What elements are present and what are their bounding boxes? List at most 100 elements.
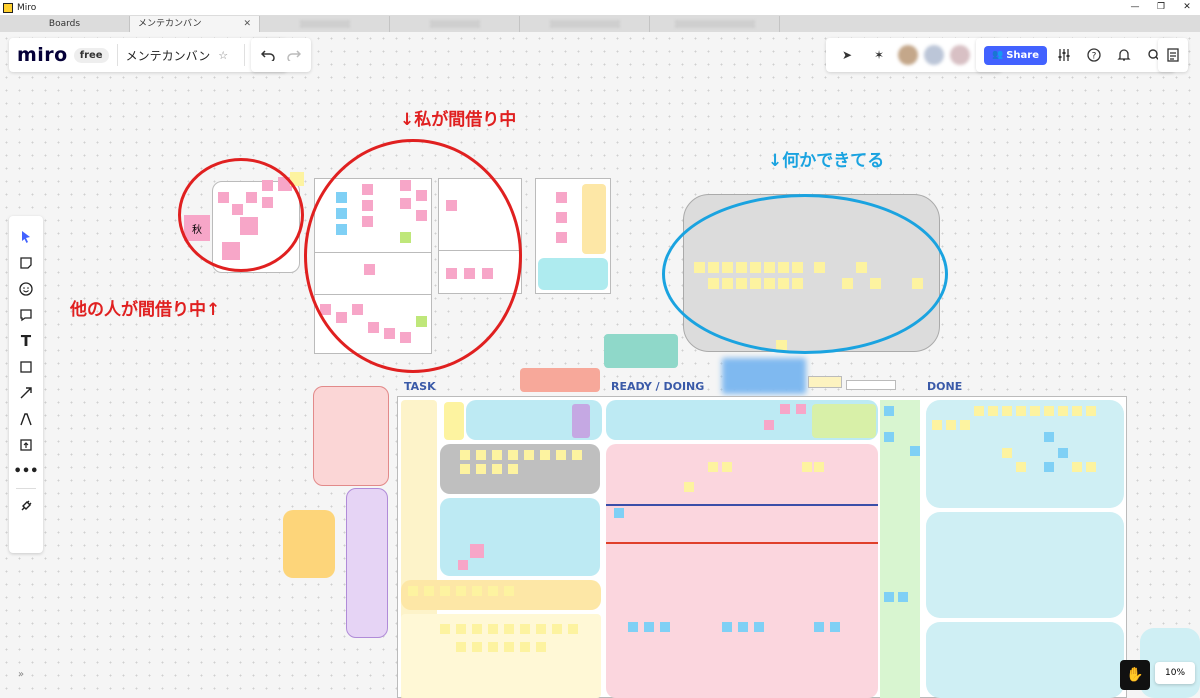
sticky-note[interactable]: [552, 624, 562, 634]
sticky-note[interactable]: [796, 404, 806, 414]
star-icon[interactable]: ☆: [210, 42, 236, 68]
sticky-note[interactable]: [556, 212, 567, 223]
sticky-note[interactable]: [472, 624, 482, 634]
sticky-note[interactable]: [470, 544, 484, 558]
sticky-note[interactable]: [458, 560, 468, 570]
sticky-note[interactable]: [508, 450, 518, 460]
celebrate-icon[interactable]: ✶: [866, 42, 892, 68]
expand-panel-button[interactable]: »: [18, 669, 24, 680]
sticky-note[interactable]: [1044, 432, 1054, 442]
sticky-note[interactable]: [1044, 406, 1054, 416]
arrow-icon[interactable]: [13, 380, 39, 406]
settings-sliders-icon[interactable]: [1051, 42, 1077, 68]
board-canvas[interactable]: miro free メンテカンバン ☆ ➤ ✶ 9 👥 Share: [0, 32, 1200, 698]
hand-tool-icon[interactable]: ✋: [1120, 660, 1150, 690]
sticky-note[interactable]: [960, 420, 970, 430]
share-button[interactable]: 👥 Share: [984, 45, 1048, 65]
sticky-note[interactable]: [708, 462, 718, 472]
sticky-note[interactable]: [764, 420, 774, 430]
tab-blurred-3[interactable]: [520, 16, 650, 32]
sticky-note[interactable]: [536, 624, 546, 634]
tab-mente-kanban[interactable]: メンテカンバン ✕: [130, 16, 260, 32]
sticky-note[interactable]: [614, 508, 624, 518]
sticky-note[interactable]: [460, 464, 470, 474]
sticky-note[interactable]: [1044, 462, 1054, 472]
sticky-note[interactable]: [1016, 462, 1026, 472]
sticky-note[interactable]: [508, 464, 518, 474]
sticky-note[interactable]: [988, 406, 998, 416]
sticky-note[interactable]: [520, 624, 530, 634]
sticky-note[interactable]: [456, 642, 466, 652]
sticky-note[interactable]: [572, 450, 582, 460]
sticky-note[interactable]: [1086, 406, 1096, 416]
sticky-note[interactable]: [830, 622, 840, 632]
sticky-note[interactable]: [556, 192, 567, 203]
legend-yellow-panel[interactable]: [283, 510, 335, 578]
sticky-note[interactable]: [456, 624, 466, 634]
sticky-note[interactable]: [536, 642, 546, 652]
help-icon[interactable]: ?: [1081, 42, 1107, 68]
sticky-note[interactable]: [476, 464, 486, 474]
sticky-note[interactable]: [440, 586, 450, 596]
sticky-note[interactable]: [460, 450, 470, 460]
sticky-note[interactable]: [722, 622, 732, 632]
sticky-note[interactable]: [1086, 462, 1096, 472]
sticky-note[interactable]: [884, 406, 894, 416]
sticky-note[interactable]: [1058, 406, 1068, 416]
sticky-note[interactable]: [1072, 406, 1082, 416]
sticky-note[interactable]: [504, 586, 514, 596]
undo-icon[interactable]: [255, 42, 281, 68]
sticky-note[interactable]: [492, 450, 502, 460]
tab-boards[interactable]: Boards: [0, 16, 130, 32]
sticky-note[interactable]: [1058, 448, 1068, 458]
sticky-note[interactable]: [520, 642, 530, 652]
sticky-note[interactable]: [974, 406, 984, 416]
board-menu-icon[interactable]: [1160, 42, 1186, 68]
sticky-note[interactable]: [628, 622, 638, 632]
sticky-note[interactable]: [932, 420, 942, 430]
upload-frame-icon[interactable]: [13, 432, 39, 458]
sticky-note[interactable]: [644, 622, 654, 632]
sticky-note[interactable]: [1030, 406, 1040, 416]
more-icon[interactable]: •••: [13, 458, 39, 484]
sticky-note[interactable]: [488, 624, 498, 634]
text-icon[interactable]: T: [13, 328, 39, 354]
legend-purple-panel[interactable]: [346, 488, 388, 638]
sticky-note[interactable]: [1016, 406, 1026, 416]
sticky-note[interactable]: [488, 642, 498, 652]
sticky-note[interactable]: [476, 450, 486, 460]
avatar[interactable]: [924, 45, 944, 65]
sticky-note[interactable]: [1002, 448, 1012, 458]
sticky-note[interactable]: [946, 420, 956, 430]
close-window-button[interactable]: ✕: [1174, 0, 1200, 15]
sticky-note[interactable]: [556, 232, 567, 243]
redo-icon[interactable]: [281, 42, 307, 68]
legend-pink-panel[interactable]: [313, 386, 389, 486]
sticky-note[interactable]: [488, 586, 498, 596]
tab-blurred-1[interactable]: [260, 16, 390, 32]
maximize-button[interactable]: ❐: [1148, 0, 1174, 15]
sticky-note[interactable]: [1072, 462, 1082, 472]
board-name[interactable]: メンテカンバン: [126, 47, 211, 64]
sticky-note[interactable]: [1002, 406, 1012, 416]
sticky-note-icon[interactable]: [13, 250, 39, 276]
sticky-note[interactable]: [910, 446, 920, 456]
sticky-note[interactable]: [504, 624, 514, 634]
sticky-note[interactable]: [424, 586, 434, 596]
plugin-icon[interactable]: [13, 493, 39, 519]
cursor-flag-icon[interactable]: ➤: [834, 42, 860, 68]
sticky-note[interactable]: [814, 622, 824, 632]
salmon-block[interactable]: [520, 368, 600, 392]
pen-icon[interactable]: [13, 406, 39, 432]
avatar[interactable]: [898, 45, 918, 65]
minimize-button[interactable]: —: [1122, 0, 1148, 15]
sticky-note[interactable]: [472, 642, 482, 652]
sticky-note[interactable]: [440, 624, 450, 634]
teal-block[interactable]: [604, 334, 678, 368]
miro-logo[interactable]: miro: [17, 44, 68, 66]
comment-icon[interactable]: [13, 302, 39, 328]
sticky-note[interactable]: [568, 624, 578, 634]
sticky-note[interactable]: [780, 404, 790, 414]
note-block[interactable]: [846, 380, 896, 390]
note-block[interactable]: [808, 376, 842, 388]
